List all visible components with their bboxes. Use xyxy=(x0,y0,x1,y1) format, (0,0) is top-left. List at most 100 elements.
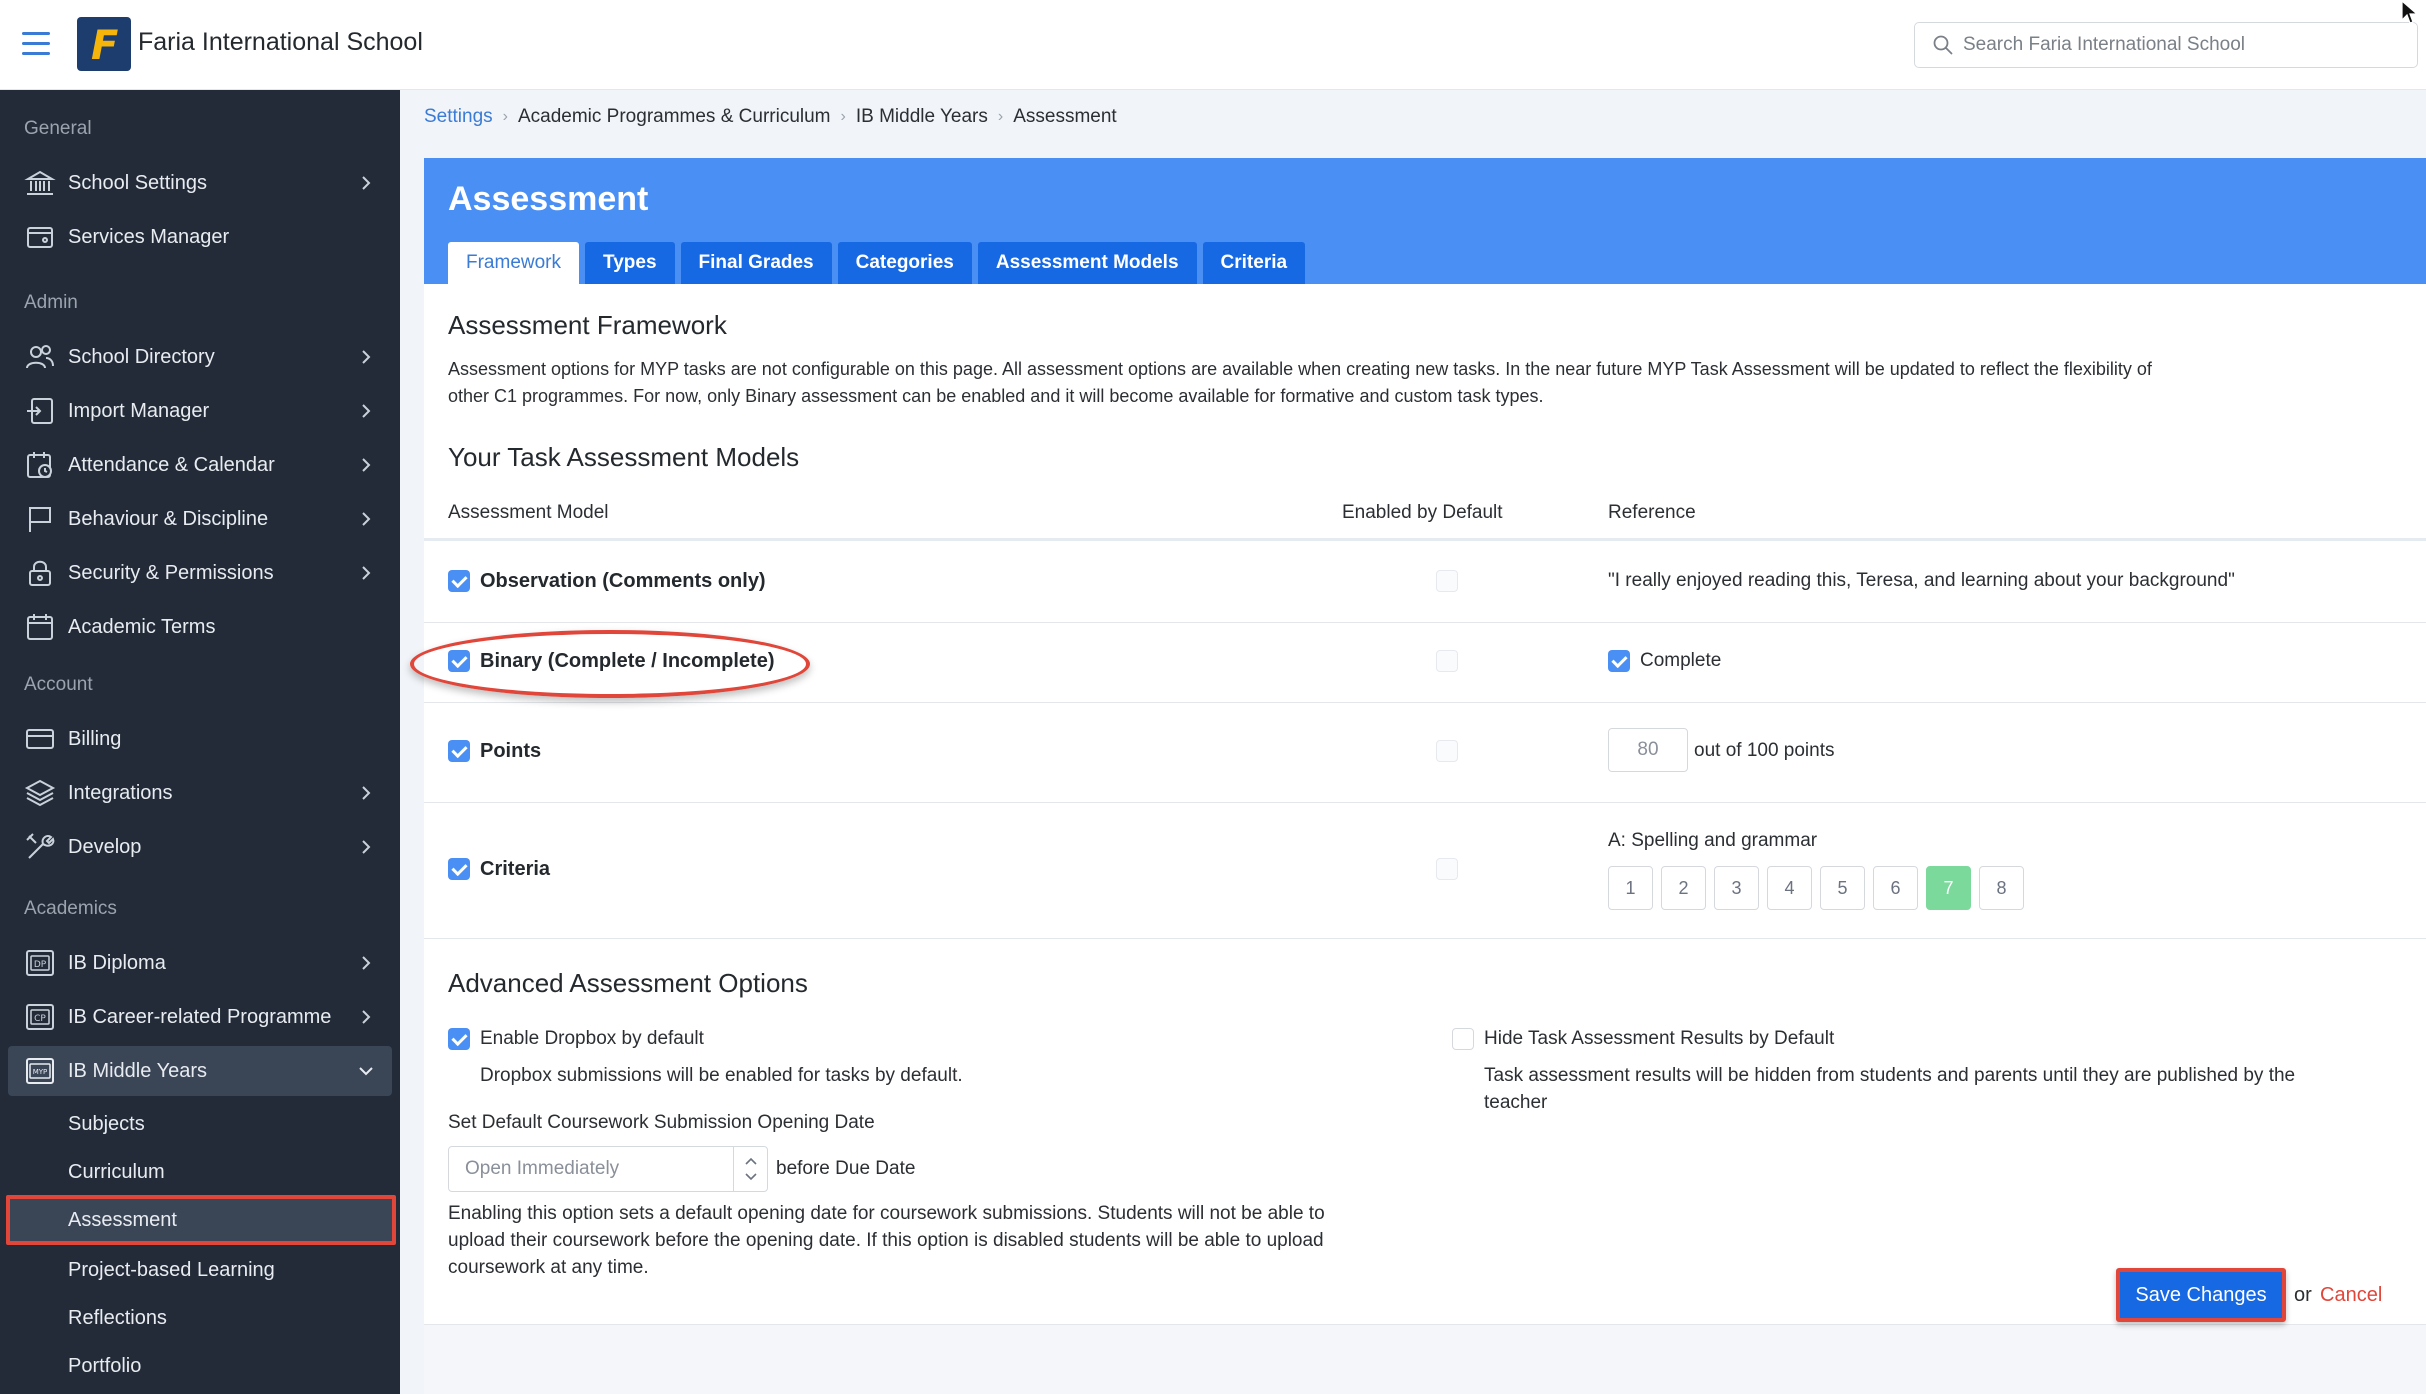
form-footer xyxy=(424,1324,2426,1394)
opening-help-line-2: upload their coursework before the openi… xyxy=(448,1230,1324,1251)
cancel-link[interactable]: Cancel xyxy=(2320,1284,2382,1307)
hide-results-label: Hide Task Assessment Results by Default xyxy=(1484,1028,1835,1049)
sidebar-item-import-manager[interactable]: Import Manager xyxy=(8,386,392,436)
users-icon xyxy=(26,345,54,369)
grade-option[interactable]: 5 xyxy=(1820,866,1865,910)
grade-option[interactable]: 3 xyxy=(1714,866,1759,910)
sidebar-item-ib-middle-years[interactable]: MYP IB Middle Years xyxy=(8,1046,392,1096)
models-heading: Your Task Assessment Models xyxy=(448,442,800,472)
chevron-right-icon xyxy=(362,176,371,190)
sidebar-item-attendance-calendar[interactable]: Attendance & Calendar xyxy=(8,440,392,490)
sidebar-item-services-manager[interactable]: Services Manager xyxy=(8,212,392,262)
observation-enabled-checkbox[interactable] xyxy=(1436,570,1458,592)
grade-option[interactable]: 1 xyxy=(1608,866,1653,910)
sidebar-item-behaviour-discipline[interactable]: Behaviour & Discipline xyxy=(8,494,392,544)
points-checkbox[interactable] xyxy=(448,740,470,762)
sidebar-subitem-project-based-learning[interactable]: Project-based Learning xyxy=(8,1248,392,1292)
tab-bar: Framework Types Final Grades Categories … xyxy=(448,242,1306,284)
sidebar-item-school-directory[interactable]: School Directory xyxy=(8,332,392,382)
sidebar-item-ib-diploma[interactable]: DP IB Diploma xyxy=(8,938,392,988)
sidebar-section-academics: Academics xyxy=(24,898,117,919)
tab-criteria[interactable]: Criteria xyxy=(1202,242,1306,284)
tab-types[interactable]: Types xyxy=(585,242,675,284)
breadcrumb-settings[interactable]: Settings xyxy=(424,106,493,128)
column-header-enabled: Enabled by Default xyxy=(1342,502,1503,523)
breadcrumb-academic[interactable]: Academic Programmes & Curriculum xyxy=(518,106,831,128)
points-suffix: out of 100 points xyxy=(1694,740,1835,761)
points-value-input[interactable]: 80 xyxy=(1608,728,1688,772)
tab-categories[interactable]: Categories xyxy=(837,242,972,284)
sidebar-subitem-portfolio[interactable]: Portfolio xyxy=(8,1344,392,1388)
binary-reference: Complete xyxy=(1640,650,1722,671)
myp-badge-icon: MYP xyxy=(26,1058,54,1084)
observation-reference: "I really enjoyed reading this, Teresa, … xyxy=(1608,570,2235,591)
chevron-right-icon xyxy=(362,404,371,418)
grade-option[interactable]: 4 xyxy=(1767,866,1812,910)
tab-assessment-models[interactable]: Assessment Models xyxy=(977,242,1197,284)
hide-results-checkbox[interactable] xyxy=(1452,1028,1474,1050)
school-name[interactable]: Faria International School xyxy=(138,28,423,57)
opening-date-label: Set Default Coursework Submission Openin… xyxy=(448,1112,875,1133)
breadcrumb-ib-myp[interactable]: IB Middle Years xyxy=(856,106,988,128)
search-input[interactable] xyxy=(1963,23,2403,67)
stepper-buttons[interactable] xyxy=(733,1147,767,1191)
criteria-checkbox[interactable] xyxy=(448,858,470,880)
sidebar-item-security-permissions[interactable]: Security & Permissions xyxy=(8,548,392,598)
sidebar-subitem-subjects[interactable]: Subjects xyxy=(8,1102,392,1146)
tools-icon xyxy=(26,833,55,859)
row-divider xyxy=(424,622,2426,623)
sidebar-section-general: General xyxy=(24,118,92,139)
dropbox-checkbox[interactable] xyxy=(448,1028,470,1050)
chevron-right-icon xyxy=(362,1010,371,1024)
bank-building-icon xyxy=(24,170,56,195)
sidebar-item-label: Integrations xyxy=(68,781,173,804)
chevron-right-icon xyxy=(362,350,371,364)
calendar-icon xyxy=(27,614,53,640)
sidebar-item-develop[interactable]: Develop xyxy=(8,822,392,872)
sidebar-item-billing[interactable]: Billing xyxy=(8,714,392,764)
binary-reference-checkbox[interactable] xyxy=(1608,650,1630,672)
sidebar-subitem-assessment[interactable]: Assessment xyxy=(6,1195,396,1245)
tab-framework[interactable]: Framework xyxy=(448,242,580,284)
sidebar-item-integrations[interactable]: Integrations xyxy=(8,768,392,818)
search-box[interactable] xyxy=(1914,22,2418,68)
opening-date-input[interactable] xyxy=(449,1147,733,1191)
calendar-clock-icon xyxy=(27,452,52,478)
highlight-ellipse xyxy=(410,630,810,698)
sidebar-subitem-curriculum[interactable]: Curriculum xyxy=(8,1150,392,1194)
framework-heading: Assessment Framework xyxy=(448,310,727,340)
sidebar: General School Settings Services Manager… xyxy=(0,90,400,1394)
cp-badge-text: CP xyxy=(34,1014,46,1024)
sidebar-item-label: School Directory xyxy=(68,345,215,368)
opening-help-line-3: coursework at any time. xyxy=(448,1257,649,1278)
breadcrumb-separator-icon: › xyxy=(840,108,846,125)
dropbox-label: Enable Dropbox by default xyxy=(480,1028,704,1049)
sidebar-item-school-settings[interactable]: School Settings xyxy=(8,158,392,208)
hamburger-menu-icon[interactable] xyxy=(22,32,50,56)
card-header: Assessment Framework Types Final Grades … xyxy=(424,158,2426,284)
grade-option[interactable]: 6 xyxy=(1873,866,1918,910)
sidebar-subitem-reflections[interactable]: Reflections xyxy=(8,1296,392,1340)
observation-checkbox[interactable] xyxy=(448,570,470,592)
school-logo[interactable]: F xyxy=(77,17,131,71)
sidebar-section-account: Account xyxy=(24,674,93,695)
sidebar-item-academic-terms[interactable]: Academic Terms xyxy=(8,602,392,652)
sidebar-item-label: Import Manager xyxy=(68,399,210,422)
binary-enabled-checkbox[interactable] xyxy=(1436,650,1458,672)
chevron-right-icon xyxy=(362,458,371,472)
breadcrumb-separator-icon: › xyxy=(502,108,508,125)
save-changes-button[interactable]: Save Changes xyxy=(2116,1268,2286,1322)
points-enabled-checkbox[interactable] xyxy=(1436,740,1458,762)
sidebar-item-label: Billing xyxy=(68,727,122,750)
wallet-icon xyxy=(27,227,53,248)
grade-option[interactable]: 2 xyxy=(1661,866,1706,910)
chevron-right-icon xyxy=(362,786,371,800)
criteria-criterion: A: Spelling and grammar xyxy=(1608,830,1818,851)
opening-date-stepper[interactable] xyxy=(448,1146,768,1192)
sidebar-item-ib-career[interactable]: CP IB Career-related Programme xyxy=(8,992,392,1042)
advanced-heading: Advanced Assessment Options xyxy=(448,968,808,998)
grade-option-selected[interactable]: 7 xyxy=(1926,866,1971,910)
criteria-enabled-checkbox[interactable] xyxy=(1436,858,1458,880)
grade-option[interactable]: 8 xyxy=(1979,866,2024,910)
tab-final-grades[interactable]: Final Grades xyxy=(680,242,832,284)
